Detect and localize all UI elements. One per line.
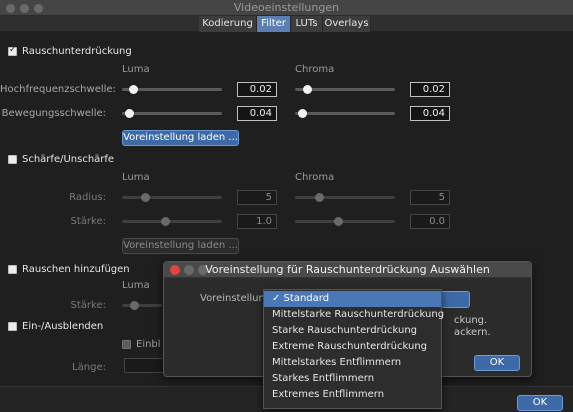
fade-length-label: Länge: <box>72 362 106 373</box>
preset-dropdown-menu: ✓ Standard Mittelstarke Rauschunterdrück… <box>263 289 444 409</box>
tab-bar: Kodierung Filter LUTs Overlays <box>0 16 573 32</box>
preset-dialog-titlebar: Voreinstellung für Rauschunterdrückung A… <box>164 262 531 278</box>
sharpen-strength-label: Stärke: <box>70 216 106 227</box>
radius-label: Radius: <box>69 192 106 203</box>
preset-dialog-ok-button[interactable]: OK <box>474 355 520 371</box>
fade-length-input[interactable] <box>124 358 164 373</box>
motion-chroma-slider-track[interactable] <box>295 112 395 115</box>
motion-chroma-value[interactable]: 0.04 <box>410 106 450 121</box>
high-freq-threshold-label: Hochfrequenzschwelle: <box>0 84 116 95</box>
motion-threshold-label: Bewegungsschwelle: <box>1 108 106 119</box>
radius-luma-slider-track[interactable] <box>122 196 222 199</box>
preset-option-medium-denoise[interactable]: Mittelstarke Rauschunterdrückung <box>264 307 444 323</box>
add-noise-strength-label: Stärke: <box>70 300 106 311</box>
denoise-load-preset-button[interactable]: Voreinstellung laden ... <box>122 130 239 146</box>
sharpen-strength-luma-value[interactable]: 1.0 <box>237 214 277 229</box>
tab-filter[interactable]: Filter <box>257 16 291 32</box>
sharpen-luma-header: Luma <box>122 172 150 183</box>
denoise-luma-header: Luma <box>122 64 150 75</box>
sharpen-strength-luma-slider-track[interactable] <box>122 220 222 223</box>
radius-luma-value[interactable]: 5 <box>237 190 277 205</box>
sharpen-load-preset-button[interactable]: Voreinstellung laden ... <box>122 238 239 254</box>
motion-luma-value[interactable]: 0.04 <box>237 106 277 121</box>
fade-in-label: Einbl <box>136 339 161 350</box>
add-noise-luma-slider-track[interactable] <box>122 304 162 307</box>
preset-option-extreme-denoise[interactable]: Extreme Rauschunterdrückung <box>264 339 441 355</box>
high-freq-luma-value[interactable]: 0.02 <box>237 82 277 97</box>
motion-chroma-slider-thumb[interactable] <box>298 109 307 118</box>
fade-section-title: Ein-/Ausblenden <box>22 321 104 332</box>
high-freq-chroma-value[interactable]: 0.02 <box>410 82 450 97</box>
sharpen-section-title: Schärfe/Unschärfe <box>22 154 115 165</box>
add-noise-checkbox[interactable] <box>8 265 17 274</box>
high-freq-chroma-slider-thumb[interactable] <box>303 85 312 94</box>
preset-select-combobox[interactable] <box>440 291 470 308</box>
motion-luma-slider-track[interactable] <box>122 112 222 115</box>
high-freq-luma-slider-thumb[interactable] <box>129 85 138 94</box>
tab-overlays[interactable]: Overlays <box>323 16 371 32</box>
preset-dialog-title: Voreinstellung für Rauschunterdrückung A… <box>205 263 490 276</box>
add-noise-section-title: Rauschen hinzufügen <box>22 264 130 275</box>
sharpen-chroma-header: Chroma <box>295 172 335 183</box>
fade-in-checkbox[interactable] <box>122 340 131 349</box>
denoise-chroma-header: Chroma <box>295 64 335 75</box>
radius-luma-slider-thumb[interactable] <box>141 193 150 202</box>
window-title: Videoeinstellungen <box>233 1 340 14</box>
preset-hint-line-2: ackern. <box>454 327 491 338</box>
preset-hint-line-1: ckung. <box>454 315 488 326</box>
sharpen-checkbox[interactable] <box>8 155 17 164</box>
sharpen-strength-chroma-slider-track[interactable] <box>295 220 395 223</box>
add-noise-luma-header: Luma <box>122 280 150 291</box>
tab-kodierung[interactable]: Kodierung <box>199 16 257 32</box>
preset-option-medium-deflicker[interactable]: Mittelstarkes Entflimmern <box>264 355 441 371</box>
main-ok-button[interactable]: OK <box>517 395 563 411</box>
sharpen-strength-chroma-slider-thumb[interactable] <box>334 217 343 226</box>
tab-luts[interactable]: LUTs <box>291 16 323 32</box>
preset-option-strong-denoise[interactable]: Starke Rauschunterdrückung <box>264 323 441 339</box>
radius-chroma-slider-track[interactable] <box>295 196 395 199</box>
preset-option-standard[interactable]: ✓ Standard <box>264 291 441 307</box>
sharpen-strength-luma-slider-thumb[interactable] <box>161 217 170 226</box>
denoise-checkbox[interactable] <box>8 45 17 56</box>
motion-luma-slider-thumb[interactable] <box>125 109 134 118</box>
preset-option-extreme-deflicker[interactable]: Extremes Entflimmern <box>264 387 441 403</box>
radius-chroma-value[interactable]: 5 <box>410 190 450 205</box>
radius-chroma-slider-thumb[interactable] <box>315 193 324 202</box>
preset-option-strong-deflicker[interactable]: Starkes Entflimmern <box>264 371 441 387</box>
sharpen-strength-chroma-value[interactable]: 0.0 <box>410 214 450 229</box>
window-titlebar: Videoeinstellungen <box>0 0 573 16</box>
fade-checkbox[interactable] <box>8 322 17 331</box>
denoise-section-title: Rauschunterdrückung <box>22 46 132 57</box>
add-noise-luma-slider-thumb[interactable] <box>130 301 139 310</box>
